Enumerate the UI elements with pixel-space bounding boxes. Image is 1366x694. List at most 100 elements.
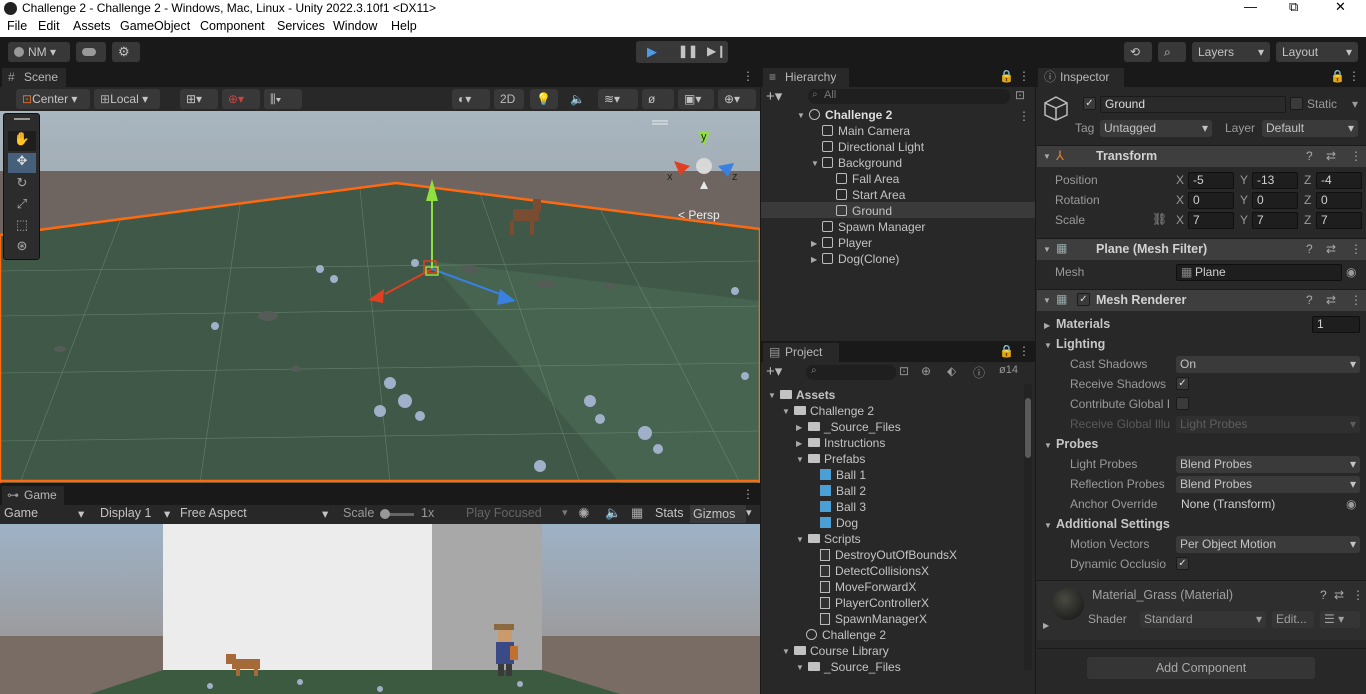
- scale-z-field[interactable]: 7: [1316, 212, 1362, 229]
- material-foldout-icon[interactable]: ▶: [1043, 621, 1049, 630]
- materials-foldout-icon[interactable]: ▶: [1044, 321, 1050, 330]
- hidden-packages-toggle[interactable]: ø14: [999, 364, 1018, 376]
- project-item-script[interactable]: DetectCollisionsX: [820, 563, 929, 579]
- static-checkbox[interactable]: [1290, 97, 1303, 110]
- pause-icon[interactable]: ❚❚: [678, 44, 698, 58]
- hierarchy-item-start-area[interactable]: Start Area: [836, 187, 905, 203]
- shader-list-button[interactable]: ☰ ▾: [1320, 611, 1360, 628]
- active-checkbox[interactable]: ✓: [1083, 97, 1096, 110]
- scale-tool-icon[interactable]: ⤢: [8, 196, 36, 216]
- material-presets-icon[interactable]: ⇄: [1334, 588, 1344, 602]
- instructions-arrow-icon[interactable]: ▶: [796, 439, 802, 448]
- rotation-x-field[interactable]: 0: [1188, 192, 1234, 209]
- hierarchy-item-background[interactable]: Background: [822, 155, 902, 171]
- mesh-field[interactable]: ▦ Plane: [1176, 264, 1342, 281]
- menu-window[interactable]: Window: [333, 19, 377, 33]
- shader-edit-button[interactable]: Edit...: [1272, 611, 1314, 628]
- player-expand-arrow-icon[interactable]: ▶: [811, 239, 817, 248]
- project-menu-icon[interactable]: ⋮: [1018, 344, 1030, 358]
- scene-expand-arrow-icon[interactable]: ▼: [797, 111, 805, 120]
- scale-slider[interactable]: [380, 509, 414, 519]
- tag-icon[interactable]: ⬖: [947, 364, 956, 378]
- reflection-probes-dropdown[interactable]: Blend Probes ▾: [1176, 476, 1360, 493]
- move-tool-icon[interactable]: ✥: [8, 153, 36, 173]
- game-mode-dropdown[interactable]: Game ▾: [4, 506, 88, 521]
- inspector-lock-icon[interactable]: 🔒: [1330, 69, 1345, 83]
- pivot-dropdown[interactable]: ⊡Center ▾: [16, 89, 90, 109]
- shader-dropdown[interactable]: Standard ▾: [1140, 611, 1266, 628]
- hierarchy-add-button[interactable]: +▾: [766, 87, 782, 105]
- tag-dropdown[interactable]: Untagged ▾: [1100, 120, 1212, 137]
- help-icon[interactable]: ?: [1306, 293, 1313, 307]
- hierarchy-item-fall-area[interactable]: Fall Area: [836, 171, 899, 187]
- project-item-script[interactable]: SpawnManagerX: [820, 611, 927, 627]
- grid-snap-button[interactable]: ⊞▾: [180, 89, 218, 109]
- project-item-ball3[interactable]: Ball 3: [820, 499, 866, 515]
- course-source-arrow-icon[interactable]: ▼: [796, 663, 804, 672]
- hierarchy-item-directional-light[interactable]: Directional Light: [822, 139, 924, 155]
- minimize-button[interactable]: —: [1244, 0, 1257, 14]
- object-name-field[interactable]: Ground: [1100, 96, 1286, 113]
- project-scrollbar[interactable]: [1024, 384, 1032, 670]
- project-lock-icon[interactable]: 🔒: [999, 344, 1014, 358]
- light-probes-dropdown[interactable]: Blend Probes ▾: [1176, 456, 1360, 473]
- grid-layout-icon[interactable]: ▦: [631, 505, 643, 521]
- close-button[interactable]: ✕: [1335, 0, 1346, 15]
- project-item-ball2[interactable]: Ball 2: [820, 483, 866, 499]
- lighting-foldout-icon[interactable]: ▼: [1044, 341, 1052, 350]
- prefabs-arrow-icon[interactable]: ▼: [796, 455, 804, 464]
- anchor-picker-icon[interactable]: ◉: [1346, 497, 1356, 511]
- menu-edit[interactable]: Edit: [38, 19, 60, 33]
- course-library-arrow-icon[interactable]: ▼: [782, 647, 790, 656]
- background-expand-arrow-icon[interactable]: ▼: [811, 159, 819, 168]
- menu-assets[interactable]: Assets: [73, 19, 111, 33]
- presets-icon[interactable]: ⇄: [1326, 242, 1336, 256]
- rotate-tool-icon[interactable]: ↻: [8, 175, 36, 195]
- audio-toggle[interactable]: 🔈: [564, 89, 592, 109]
- add-component-button[interactable]: Add Component: [1087, 657, 1315, 679]
- bug-icon[interactable]: ✺: [578, 505, 590, 522]
- project-scrollbar-thumb[interactable]: [1025, 398, 1031, 458]
- gizmos-dropdown[interactable]: ⊕▾: [718, 89, 756, 109]
- hierarchy-lock-icon[interactable]: 🔒: [999, 69, 1014, 83]
- rect-tool-icon[interactable]: ⬚: [8, 217, 36, 237]
- tab-hierarchy[interactable]: ≡ Hierarchy: [763, 68, 849, 87]
- drag-handle-icon[interactable]: [14, 118, 30, 120]
- mesh-renderer-enabled-checkbox[interactable]: ✓: [1077, 293, 1090, 306]
- project-item-script[interactable]: MoveForwardX: [820, 579, 916, 595]
- search-button[interactable]: ⌕: [1158, 42, 1186, 62]
- layers-dropdown[interactable]: Layers ▾: [1192, 42, 1270, 62]
- menu-gameobject[interactable]: GameObject: [120, 19, 190, 33]
- project-item-ball1[interactable]: Ball 1: [820, 467, 866, 483]
- object-picker-icon[interactable]: ◉: [1346, 265, 1356, 279]
- anchor-override-field[interactable]: None (Transform): [1176, 496, 1342, 513]
- component-menu-icon[interactable]: ⋮: [1350, 293, 1362, 307]
- perspective-toggle[interactable]: < Persp: [678, 208, 720, 222]
- project-item-course-library[interactable]: Course Library: [794, 643, 889, 659]
- mesh-renderer-foldout-icon[interactable]: ▼: [1043, 296, 1051, 305]
- tab-scene[interactable]: # Scene: [2, 68, 66, 87]
- game-menu-icon[interactable]: ⋮: [742, 487, 754, 501]
- project-item-instructions[interactable]: Instructions: [808, 435, 885, 451]
- dog-expand-arrow-icon[interactable]: ▶: [811, 255, 817, 264]
- inspector-menu-icon[interactable]: ⋮: [1348, 69, 1360, 83]
- tab-inspector[interactable]: ⓘ Inspector: [1038, 68, 1124, 87]
- cast-shadows-dropdown[interactable]: On ▾: [1176, 356, 1360, 373]
- project-add-button[interactable]: +▾: [766, 362, 782, 380]
- aspect-dropdown[interactable]: Free Aspect ▾: [180, 506, 332, 521]
- project-item-source-files[interactable]: _Source_Files: [808, 419, 901, 435]
- position-y-field[interactable]: -13: [1252, 172, 1298, 189]
- scripts-arrow-icon[interactable]: ▼: [796, 535, 804, 544]
- layer-dropdown[interactable]: Default ▾: [1262, 120, 1358, 137]
- display-dropdown[interactable]: Display 1 ▾: [100, 506, 174, 521]
- menu-file[interactable]: File: [7, 19, 27, 33]
- hierarchy-item-ground[interactable]: Ground: [836, 203, 892, 219]
- transform-tool-icon[interactable]: ⊛: [8, 238, 36, 258]
- rotation-y-field[interactable]: 0: [1252, 192, 1298, 209]
- component-menu-icon[interactable]: ⋮: [1350, 149, 1362, 163]
- project-item-prefabs[interactable]: Prefabs: [808, 451, 865, 467]
- receive-shadows-checkbox[interactable]: ✓: [1176, 377, 1189, 390]
- component-menu-icon[interactable]: ⋮: [1350, 242, 1362, 256]
- position-z-field[interactable]: -4: [1316, 172, 1362, 189]
- cloud-button[interactable]: [76, 42, 106, 62]
